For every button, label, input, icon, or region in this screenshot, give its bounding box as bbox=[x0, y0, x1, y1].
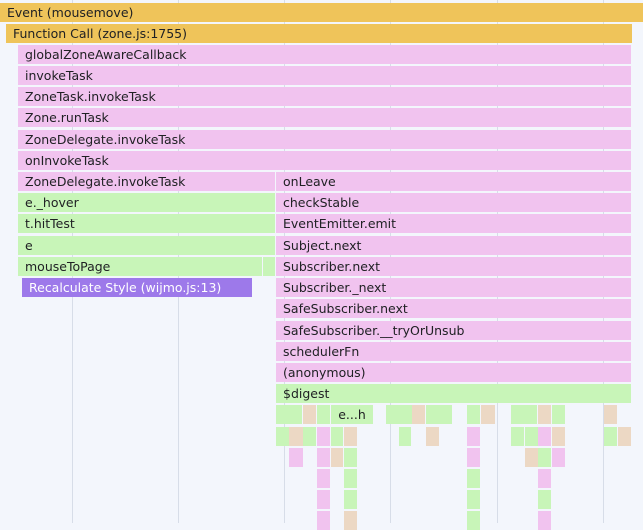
frame-subscriber-underscore-next[interactable]: Subscriber._next bbox=[276, 278, 631, 297]
frame-mouse-to-page-tail[interactable] bbox=[263, 257, 275, 276]
call-block[interactable] bbox=[467, 511, 480, 530]
frame-anonymous[interactable]: (anonymous) bbox=[276, 363, 631, 382]
call-block[interactable] bbox=[289, 427, 303, 446]
frame-e[interactable]: e bbox=[18, 236, 275, 255]
frame-zone-delegate-invoke-task[interactable]: ZoneDelegate.invokeTask bbox=[18, 130, 631, 149]
frame-t-hit-test[interactable]: t.hitTest bbox=[18, 214, 275, 233]
call-block[interactable] bbox=[289, 448, 303, 467]
call-block[interactable] bbox=[525, 427, 538, 446]
call-block[interactable] bbox=[552, 427, 565, 446]
call-block[interactable] bbox=[344, 490, 357, 509]
frame-on-leave[interactable]: onLeave bbox=[276, 172, 631, 191]
call-block[interactable] bbox=[538, 448, 551, 467]
call-block[interactable] bbox=[303, 427, 316, 446]
frame-safe-subscriber-try-or-unsub[interactable]: SafeSubscriber.__tryOrUnsub bbox=[276, 321, 631, 340]
frame-event-emitter-emit[interactable]: EventEmitter.emit bbox=[276, 214, 631, 233]
frame-digest[interactable]: $digest bbox=[276, 384, 631, 403]
call-block[interactable] bbox=[481, 405, 495, 424]
call-block[interactable] bbox=[399, 427, 411, 446]
frame-zone-delegate-invoke-task-inner[interactable]: ZoneDelegate.invokeTask bbox=[18, 172, 275, 191]
frame-truncated[interactable]: e...h bbox=[331, 405, 373, 424]
frame-subject-next[interactable]: Subject.next bbox=[276, 236, 631, 255]
call-block[interactable] bbox=[344, 448, 357, 467]
call-block[interactable] bbox=[538, 469, 551, 488]
call-block[interactable] bbox=[467, 490, 480, 509]
frame-recalculate-style[interactable]: Recalculate Style (wijmo.js:13) bbox=[22, 278, 252, 297]
call-block[interactable] bbox=[538, 511, 551, 530]
call-block[interactable] bbox=[344, 427, 357, 446]
call-block[interactable] bbox=[317, 490, 330, 509]
call-block[interactable] bbox=[511, 405, 537, 424]
call-block[interactable] bbox=[276, 427, 289, 446]
call-block[interactable] bbox=[276, 405, 302, 424]
call-block[interactable] bbox=[426, 427, 439, 446]
frame-mouse-to-page[interactable]: mouseToPage bbox=[18, 257, 262, 276]
frame-zone-run-task[interactable]: Zone.runTask bbox=[18, 108, 631, 127]
call-block[interactable] bbox=[552, 448, 565, 467]
call-block[interactable] bbox=[538, 490, 551, 509]
call-block[interactable] bbox=[467, 469, 480, 488]
frame-scheduler-fn[interactable]: schedulerFn bbox=[276, 342, 631, 361]
call-block[interactable] bbox=[317, 469, 330, 488]
event-bar[interactable]: Event (mousemove) bbox=[0, 3, 643, 22]
call-block[interactable] bbox=[467, 405, 480, 424]
frame-zone-task-invoke-task[interactable]: ZoneTask.invokeTask bbox=[18, 87, 631, 106]
call-block[interactable] bbox=[604, 427, 617, 446]
call-block[interactable] bbox=[317, 427, 330, 446]
call-block[interactable] bbox=[467, 427, 480, 446]
frame-e-hover[interactable]: e._hover bbox=[18, 193, 275, 212]
call-block[interactable] bbox=[511, 427, 524, 446]
call-block[interactable] bbox=[344, 469, 357, 488]
frame-subscriber-next[interactable]: Subscriber.next bbox=[276, 257, 631, 276]
frame-check-stable[interactable]: checkStable bbox=[276, 193, 631, 212]
call-block[interactable] bbox=[552, 405, 565, 424]
call-block[interactable] bbox=[303, 405, 316, 424]
call-block[interactable] bbox=[412, 405, 425, 424]
frame-on-invoke-task[interactable]: onInvokeTask bbox=[18, 151, 631, 170]
call-block[interactable] bbox=[538, 405, 551, 424]
call-block[interactable] bbox=[344, 511, 357, 530]
call-block[interactable] bbox=[426, 405, 452, 424]
call-block[interactable] bbox=[331, 427, 343, 446]
call-block[interactable] bbox=[525, 448, 538, 467]
frame-invoke-task[interactable]: invokeTask bbox=[18, 66, 631, 85]
call-block[interactable] bbox=[618, 427, 631, 446]
call-block[interactable] bbox=[538, 427, 551, 446]
function-call-bar[interactable]: Function Call (zone.js:1755) bbox=[6, 24, 632, 43]
call-block[interactable] bbox=[317, 511, 330, 530]
frame-safe-subscriber-next[interactable]: SafeSubscriber.next bbox=[276, 299, 631, 318]
call-block[interactable] bbox=[467, 448, 480, 467]
frame-global-zone-aware-callback[interactable]: globalZoneAwareCallback bbox=[18, 45, 631, 64]
call-block[interactable] bbox=[331, 448, 343, 467]
call-block[interactable] bbox=[317, 405, 330, 424]
call-block[interactable] bbox=[604, 405, 617, 424]
call-block[interactable] bbox=[386, 405, 412, 424]
call-block[interactable] bbox=[317, 448, 330, 467]
